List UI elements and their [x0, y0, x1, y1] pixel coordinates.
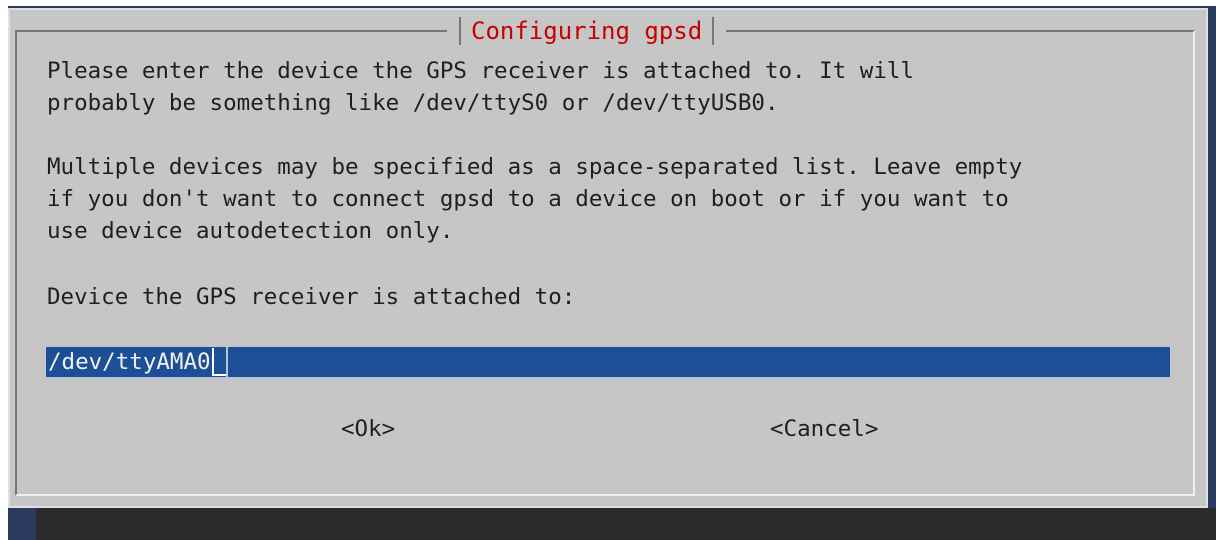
description-line-1: Please enter the device the GPS receiver…: [47, 58, 914, 84]
description-line-3: Multiple devices may be specified as a s…: [47, 154, 1023, 180]
device-path-input[interactable]: /dev/ttyAMA0: [46, 347, 1170, 379]
input-remaining-space[interactable]: [225, 347, 1170, 377]
title-right-divider: [712, 17, 715, 45]
ok-button[interactable]: <Ok>: [341, 412, 395, 446]
screen: Configuring gpsd Please enter the device…: [0, 0, 1216, 540]
description-line-4: if you don't want to connect gpsd to a d…: [47, 186, 1009, 212]
text-cursor: [211, 348, 226, 376]
dialog-title-bar: Configuring gpsd: [447, 17, 727, 45]
description-line-2: probably be something like /dev/ttyS0 or…: [47, 90, 779, 116]
device-path-value[interactable]: /dev/ttyAMA0: [46, 347, 211, 377]
cancel-button[interactable]: <Cancel>: [770, 412, 878, 446]
dialog-shadow: [36, 508, 1216, 540]
dialog-title: Configuring gpsd: [471, 17, 703, 45]
device-prompt-label: Device the GPS receiver is attached to:: [47, 284, 576, 310]
description-line-5: use device autodetection only.: [47, 218, 454, 244]
